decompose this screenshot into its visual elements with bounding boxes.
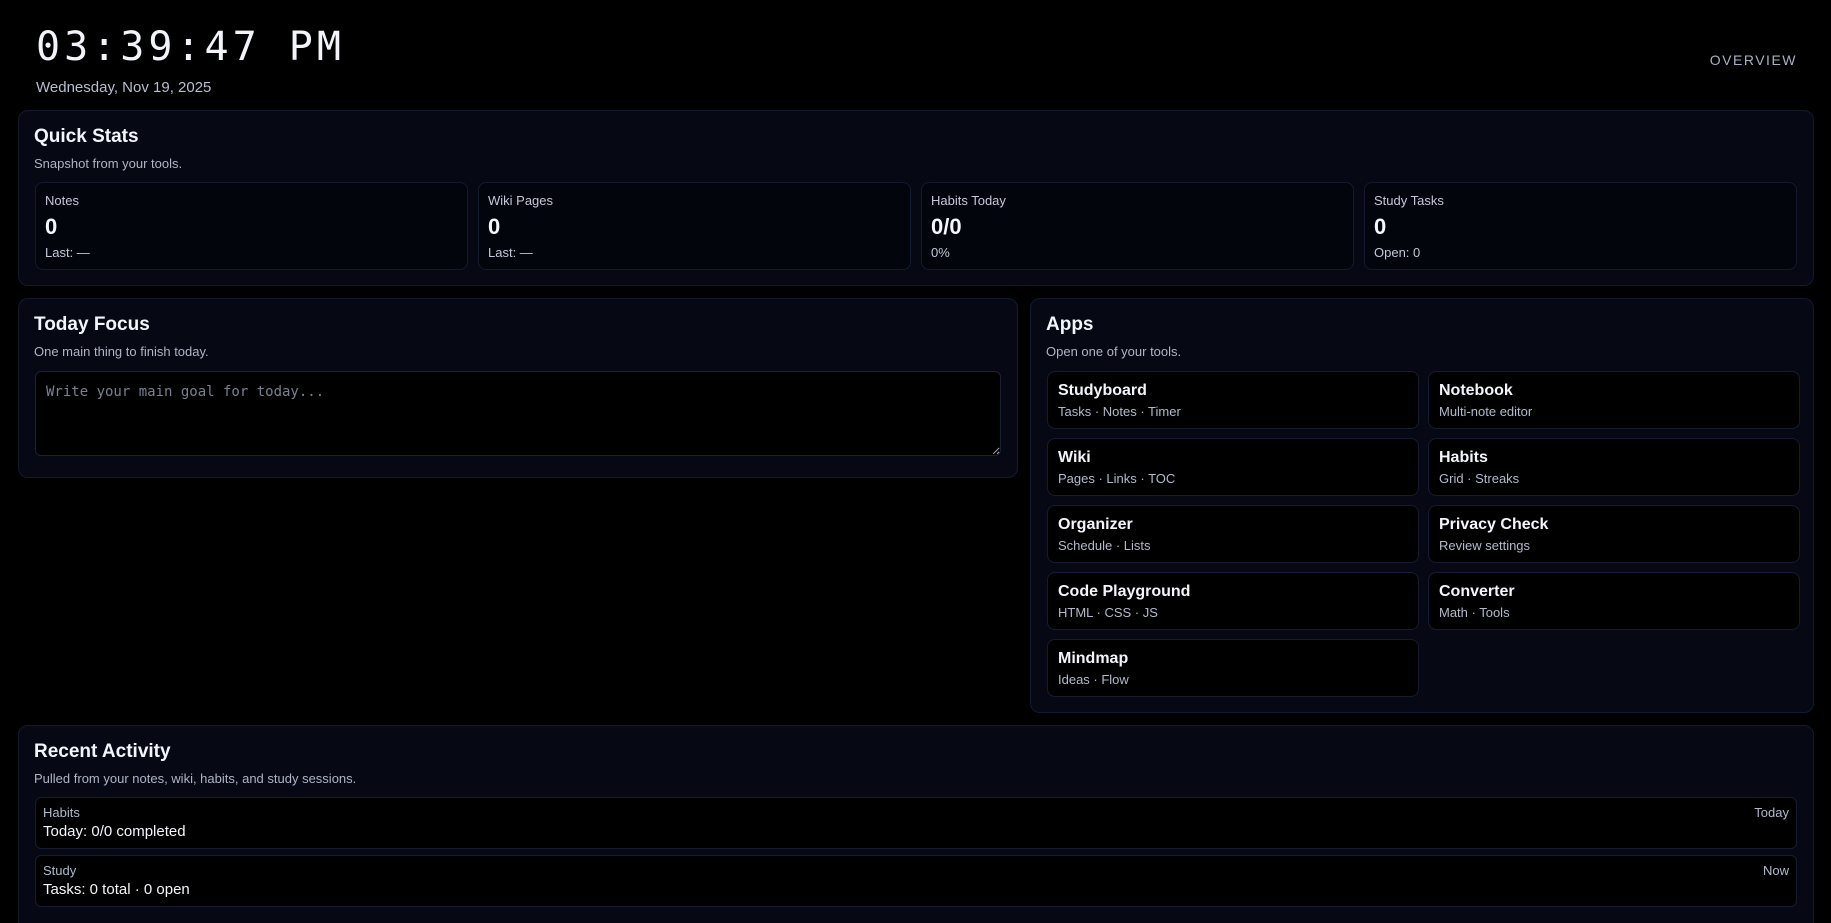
stat-value: 0 [45, 214, 58, 239]
activity-category: Habits [43, 805, 80, 820]
stat-wiki-pages: Wiki Pages 0 Last: — [478, 182, 911, 270]
activity-time: Today [1754, 805, 1789, 820]
app-organizer[interactable]: Organizer Schedule · Lists [1047, 505, 1419, 563]
app-code-playground[interactable]: Code Playground HTML · CSS · JS [1047, 572, 1419, 630]
app-description: Ideas · Flow [1058, 672, 1129, 687]
today-focus-input[interactable] [35, 371, 1001, 456]
app-name: Notebook [1439, 382, 1513, 399]
apps-card: Apps Open one of your tools. Studyboard … [1030, 298, 1814, 713]
app-converter[interactable]: Converter Math · Tools [1428, 572, 1800, 630]
app-name: Privacy Check [1439, 516, 1549, 533]
stat-study-tasks: Study Tasks 0 Open: 0 [1364, 182, 1797, 270]
clock: 03:39:47 PM [36, 24, 345, 70]
activity-category: Study [43, 863, 77, 878]
quick-stats-card: Quick Stats Snapshot from your tools. No… [18, 110, 1814, 286]
header: 03:39:47 PM Wednesday, Nov 19, 2025 OVER… [18, 0, 1813, 110]
today-focus-subtitle: One main thing to finish today. [34, 344, 209, 359]
stat-foot: Last: — [488, 245, 533, 260]
app-name: Mindmap [1058, 650, 1129, 667]
app-name: Wiki [1058, 449, 1091, 466]
app-name: Converter [1439, 583, 1515, 600]
stat-foot: 0% [931, 245, 950, 260]
dashboard-page: 03:39:47 PM Wednesday, Nov 19, 2025 OVER… [0, 0, 1831, 923]
app-description: Math · Tools [1439, 605, 1510, 620]
stat-label: Notes [45, 193, 79, 208]
quick-stats-subtitle: Snapshot from your tools. [34, 156, 183, 171]
quick-stats-title: Quick Stats [34, 126, 139, 147]
activity-text: Today: 0/0 completed [43, 823, 186, 840]
activity-item-study: Study Tasks: 0 total · 0 open Now [35, 855, 1797, 907]
today-focus-title: Today Focus [34, 314, 150, 335]
app-name: Habits [1439, 449, 1488, 466]
current-date: Wednesday, Nov 19, 2025 [36, 79, 212, 96]
app-mindmap[interactable]: Mindmap Ideas · Flow [1047, 639, 1419, 697]
today-focus-card: Today Focus One main thing to finish tod… [18, 298, 1018, 478]
overview-link[interactable]: OVERVIEW [1710, 52, 1797, 68]
app-description: Pages · Links · TOC [1058, 471, 1176, 486]
stat-habits-today: Habits Today 0/0 0% [921, 182, 1354, 270]
app-name: Studyboard [1058, 382, 1147, 399]
app-name: Code Playground [1058, 583, 1191, 600]
app-habits[interactable]: Habits Grid · Streaks [1428, 438, 1800, 496]
app-description: Review settings [1439, 538, 1531, 553]
stat-value: 0/0 [931, 214, 962, 239]
app-description: Grid · Streaks [1439, 471, 1520, 486]
recent-activity-title: Recent Activity [34, 741, 171, 762]
recent-activity-subtitle: Pulled from your notes, wiki, habits, an… [34, 771, 357, 786]
stat-notes: Notes 0 Last: — [35, 182, 468, 270]
stat-foot: Last: — [45, 245, 90, 260]
stat-value: 0 [488, 214, 501, 239]
activity-item-habits: Habits Today: 0/0 completed Today [35, 797, 1797, 849]
app-studyboard[interactable]: Studyboard Tasks · Notes · Timer [1047, 371, 1419, 429]
stat-foot: Open: 0 [1374, 245, 1421, 260]
app-description: HTML · CSS · JS [1058, 605, 1158, 620]
app-notebook[interactable]: Notebook Multi-note editor [1428, 371, 1800, 429]
stat-label: Habits Today [931, 193, 1006, 208]
apps-subtitle: Open one of your tools. [1046, 344, 1182, 359]
stat-value: 0 [1374, 214, 1387, 239]
app-description: Tasks · Notes · Timer [1058, 404, 1181, 419]
stat-label: Wiki Pages [488, 193, 554, 208]
stat-label: Study Tasks [1374, 193, 1444, 208]
recent-activity-card: Recent Activity Pulled from your notes, … [18, 725, 1814, 923]
app-privacy-check[interactable]: Privacy Check Review settings [1428, 505, 1800, 563]
activity-text: Tasks: 0 total · 0 open [43, 881, 190, 898]
activity-time: Now [1762, 863, 1789, 878]
app-name: Organizer [1058, 516, 1133, 533]
app-description: Multi-note editor [1439, 404, 1533, 419]
apps-title: Apps [1046, 314, 1094, 335]
app-description: Schedule · Lists [1058, 538, 1151, 553]
activity-list: Habits Today: 0/0 completed Today Study … [35, 797, 1797, 913]
app-wiki[interactable]: Wiki Pages · Links · TOC [1047, 438, 1419, 496]
